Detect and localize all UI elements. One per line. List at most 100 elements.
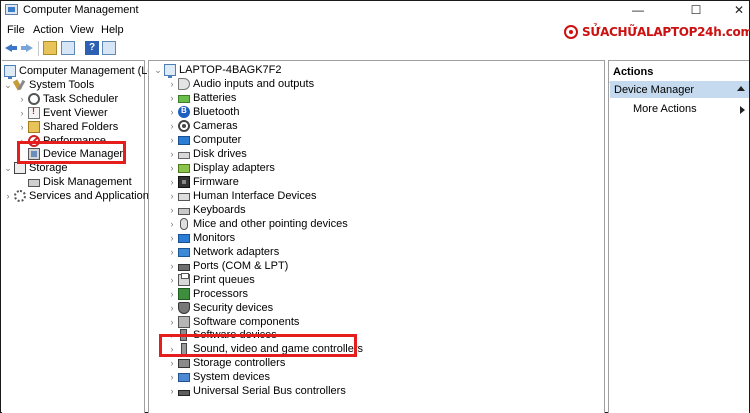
- close-button[interactable]: ✕: [717, 1, 750, 20]
- storage-controller-icon: [178, 358, 190, 368]
- hid-icon: [178, 193, 190, 201]
- tree-item-disk-management[interactable]: Disk Management: [28, 175, 132, 189]
- device-category[interactable]: › Network adapters: [168, 245, 280, 259]
- tools-icon: [14, 79, 26, 91]
- chevron-down-icon[interactable]: ⌄: [154, 65, 162, 76]
- tree-item-label: Event Viewer: [43, 107, 108, 119]
- device-category[interactable]: › Software components: [168, 315, 299, 329]
- menu-help[interactable]: Help: [101, 24, 124, 36]
- tree-item-system-tools[interactable]: ⌄ System Tools: [4, 78, 94, 92]
- device-category[interactable]: › Monitors: [168, 231, 236, 245]
- device-category[interactable]: › Processors: [168, 287, 248, 301]
- minimize-button[interactable]: —: [616, 1, 660, 20]
- highlight-device-manager: [17, 141, 126, 164]
- device-category-label: Security devices: [193, 302, 274, 314]
- device-category-label: Keyboards: [193, 204, 246, 216]
- properties-icon[interactable]: [102, 41, 116, 55]
- tree-item-root[interactable]: Computer Management (Local): [4, 64, 171, 79]
- battery-icon: [178, 95, 190, 103]
- chevron-right-icon[interactable]: ›: [168, 372, 176, 382]
- device-category[interactable]: › Keyboards: [168, 203, 246, 217]
- chevron-right-icon[interactable]: ›: [168, 233, 176, 243]
- chevron-right-icon[interactable]: ›: [18, 108, 26, 118]
- chevron-right-icon[interactable]: ›: [4, 191, 12, 201]
- device-category-label: Ports (COM & LPT): [193, 260, 289, 272]
- device-category[interactable]: › Cameras: [168, 119, 238, 133]
- device-root[interactable]: ⌄ LAPTOP-4BAGK7F2: [154, 63, 282, 78]
- collapse-up-icon[interactable]: [737, 86, 745, 91]
- device-category[interactable]: › Universal Serial Bus controllers: [168, 384, 346, 398]
- device-category-label: Network adapters: [193, 246, 280, 258]
- chevron-right-icon[interactable]: ›: [168, 289, 176, 299]
- computer-icon: [4, 65, 16, 79]
- chevron-right-icon[interactable]: ›: [168, 205, 176, 215]
- more-actions-link[interactable]: More Actions: [633, 103, 697, 115]
- tree-item-task-scheduler[interactable]: › Task Scheduler: [18, 92, 118, 106]
- tree-item-label: Services and Applications: [29, 190, 155, 202]
- chevron-right-icon[interactable]: ›: [18, 122, 26, 132]
- device-category[interactable]: › Bluetooth: [168, 105, 239, 119]
- watermark-text: SỬACHỮALAPTOP24h.com: [582, 25, 750, 39]
- maximize-button[interactable]: ☐: [674, 1, 718, 20]
- port-icon: [178, 264, 190, 271]
- device-category-label: Disk drives: [193, 148, 247, 160]
- chevron-down-icon[interactable]: ⌄: [4, 163, 12, 174]
- chevron-right-icon[interactable]: ›: [168, 79, 176, 89]
- chevron-right-icon[interactable]: ›: [168, 358, 176, 368]
- firmware-icon: [178, 176, 190, 188]
- help-icon[interactable]: ?: [85, 41, 99, 55]
- tree-item-event-viewer[interactable]: › Event Viewer: [18, 106, 108, 120]
- chevron-right-icon[interactable]: ›: [168, 219, 176, 229]
- chevron-right-icon[interactable]: ›: [168, 275, 176, 285]
- menu-view[interactable]: View: [70, 24, 94, 36]
- menu-file[interactable]: File: [7, 24, 25, 36]
- device-category[interactable]: › Mice and other pointing devices: [168, 217, 348, 231]
- chevron-right-icon[interactable]: ›: [168, 107, 176, 117]
- display-adapter-icon: [178, 163, 190, 173]
- device-category[interactable]: › Firmware: [168, 175, 239, 189]
- chevron-right-icon[interactable]: ›: [168, 177, 176, 187]
- chevron-right-icon[interactable]: ›: [168, 149, 176, 159]
- tree-item-shared-folders[interactable]: › Shared Folders: [18, 120, 118, 134]
- console-tree: Computer Management (Local) ⌄ System Too…: [2, 60, 171, 413]
- device-category[interactable]: › Print queues: [168, 273, 255, 287]
- tree-item-services[interactable]: › Services and Applications: [4, 189, 154, 203]
- chevron-right-icon[interactable]: ›: [168, 303, 176, 313]
- title-bar: Computer Management — ☐ ✕: [1, 1, 749, 20]
- device-category[interactable]: › Audio inputs and outputs: [168, 77, 314, 91]
- chevron-right-icon[interactable]: ›: [18, 94, 26, 104]
- menu-action[interactable]: Action: [33, 24, 64, 36]
- chevron-right-icon[interactable]: ›: [168, 247, 176, 257]
- device-category[interactable]: › Ports (COM & LPT): [168, 259, 289, 273]
- up-level-icon[interactable]: [43, 41, 57, 55]
- chevron-right-icon[interactable]: ›: [168, 135, 176, 145]
- usb-icon: [178, 389, 190, 396]
- device-category-label: Software components: [193, 316, 300, 328]
- device-category[interactable]: › Batteries: [168, 91, 237, 105]
- device-category[interactable]: › Display adapters: [168, 161, 275, 175]
- device-category[interactable]: › Human Interface Devices: [168, 189, 317, 203]
- event-viewer-icon: [28, 106, 40, 119]
- device-category[interactable]: › Storage controllers: [168, 356, 286, 370]
- back-icon[interactable]: [4, 41, 18, 55]
- show-hide-tree-icon[interactable]: [61, 41, 75, 55]
- clock-icon: [28, 93, 40, 105]
- device-category[interactable]: › Computer: [168, 133, 242, 147]
- chevron-right-icon[interactable]: ›: [168, 163, 176, 173]
- device-category-label: Mice and other pointing devices: [193, 218, 348, 230]
- device-category-label: Cameras: [193, 120, 238, 132]
- chevron-right-icon[interactable]: ›: [168, 191, 176, 201]
- submenu-arrow-icon[interactable]: [740, 106, 745, 114]
- chevron-down-icon[interactable]: ⌄: [4, 80, 12, 91]
- actions-section-device-manager[interactable]: Device Manager: [610, 81, 749, 98]
- chevron-right-icon[interactable]: ›: [168, 93, 176, 103]
- device-category[interactable]: › Disk drives: [168, 147, 247, 161]
- device-category[interactable]: › Security devices: [168, 301, 273, 315]
- monitor-icon: [178, 233, 190, 243]
- chevron-right-icon[interactable]: ›: [168, 317, 176, 327]
- device-category[interactable]: › System devices: [168, 370, 271, 384]
- chevron-right-icon[interactable]: ›: [168, 261, 176, 271]
- chevron-right-icon[interactable]: ›: [168, 121, 176, 131]
- chevron-right-icon[interactable]: ›: [168, 386, 176, 396]
- forward-icon[interactable]: [20, 41, 34, 55]
